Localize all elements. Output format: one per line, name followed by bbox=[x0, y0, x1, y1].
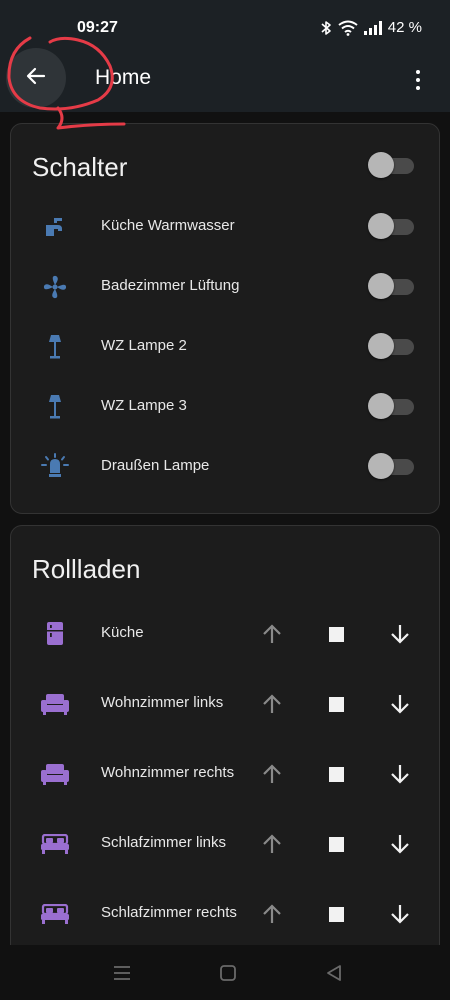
page-title: Home bbox=[95, 66, 152, 89]
arrow-down-icon[interactable] bbox=[384, 688, 416, 720]
home-icon[interactable] bbox=[216, 963, 240, 983]
bed-icon bbox=[41, 830, 69, 858]
floor-lamp-icon bbox=[41, 393, 69, 421]
arrow-down-icon[interactable] bbox=[384, 618, 416, 650]
arrow-down-icon[interactable] bbox=[384, 898, 416, 930]
stop-icon[interactable] bbox=[320, 828, 352, 860]
stop-icon[interactable] bbox=[320, 758, 352, 790]
outdoor-light-icon bbox=[41, 453, 69, 481]
floor-lamp-icon bbox=[41, 333, 69, 361]
toggle-switch[interactable] bbox=[368, 213, 414, 241]
arrow-up-icon[interactable] bbox=[256, 618, 288, 650]
toggle-switch[interactable] bbox=[368, 333, 414, 361]
list-item[interactable]: Wohnzimmer links bbox=[11, 676, 441, 732]
faucet-icon bbox=[41, 213, 69, 241]
list-item[interactable]: WZ Lampe 3 bbox=[11, 379, 441, 435]
menu-icon[interactable] bbox=[110, 963, 134, 983]
list-item[interactable]: Küche bbox=[11, 606, 441, 662]
list-item[interactable]: Badezimmer Lüftung bbox=[11, 259, 441, 315]
master-toggle[interactable] bbox=[368, 152, 414, 180]
card-title: Rollladen bbox=[32, 554, 141, 584]
more-vert-icon[interactable] bbox=[406, 64, 430, 96]
card-title: Schalter bbox=[32, 152, 128, 182]
list-item[interactable]: Wohnzimmer rechts bbox=[11, 746, 441, 802]
arrow-down-icon[interactable] bbox=[384, 828, 416, 860]
signal-icon bbox=[363, 20, 382, 35]
stop-icon[interactable] bbox=[320, 688, 352, 720]
list-item[interactable]: Schlafzimmer rechts bbox=[11, 886, 441, 942]
sofa-icon bbox=[41, 690, 69, 718]
switch-card: Schalter Küche Warmwasser Badezimmer Lüf… bbox=[10, 123, 440, 514]
back-triangle-icon[interactable] bbox=[322, 963, 346, 983]
list-item[interactable]: Küche Warmwasser bbox=[11, 199, 441, 255]
app-bar: Home bbox=[0, 48, 450, 112]
bed-icon bbox=[41, 900, 69, 928]
arrow-up-icon[interactable] bbox=[256, 758, 288, 790]
arrow-up-icon[interactable] bbox=[256, 828, 288, 860]
fan-icon bbox=[41, 273, 69, 301]
list-item[interactable]: Draußen Lampe bbox=[11, 439, 441, 495]
stop-icon[interactable] bbox=[320, 618, 352, 650]
toggle-switch[interactable] bbox=[368, 393, 414, 421]
arrow-up-icon[interactable] bbox=[256, 898, 288, 930]
stop-icon[interactable] bbox=[320, 898, 352, 930]
back-button[interactable] bbox=[6, 48, 66, 108]
arrow-down-icon[interactable] bbox=[384, 758, 416, 790]
toggle-switch[interactable] bbox=[368, 273, 414, 301]
shutter-card: Rollladen Küche Wohnzimmer links Wohnzim… bbox=[10, 525, 440, 945]
status-time: 09:27 bbox=[77, 19, 118, 36]
system-nav-bar bbox=[0, 945, 450, 1000]
list-item[interactable]: Schlafzimmer links bbox=[11, 816, 441, 872]
dashboard-content[interactable]: Schalter Küche Warmwasser Badezimmer Lüf… bbox=[0, 112, 450, 945]
list-item[interactable]: WZ Lampe 2 bbox=[11, 319, 441, 375]
battery-text: 42 % bbox=[387, 19, 422, 36]
status-icons: 42 % bbox=[320, 19, 422, 36]
fridge-icon bbox=[41, 620, 69, 648]
arrow-left-icon bbox=[24, 64, 48, 93]
arrow-up-icon[interactable] bbox=[256, 688, 288, 720]
status-bar: 09:27 42 % bbox=[0, 0, 450, 48]
bluetooth-icon bbox=[320, 20, 332, 36]
toggle-switch[interactable] bbox=[368, 453, 414, 481]
sofa-icon bbox=[41, 760, 69, 788]
wifi-icon bbox=[338, 20, 358, 36]
